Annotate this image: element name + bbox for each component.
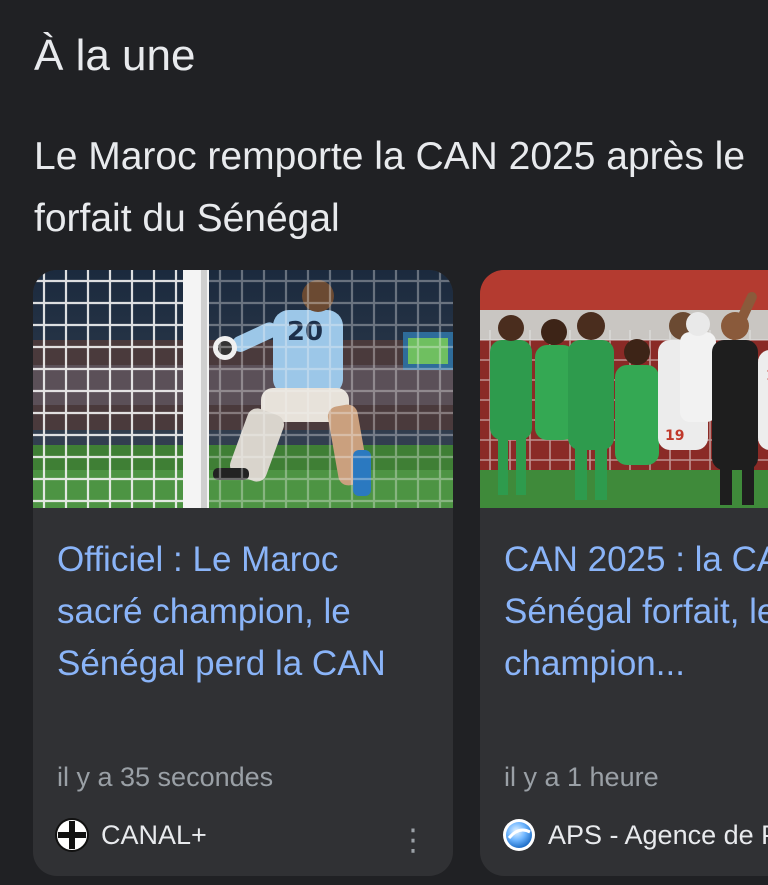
article-source[interactable]: APS - Agence de Presse Sénégalaise [502, 816, 768, 854]
canal-plus-logo-icon [55, 818, 89, 852]
article-title[interactable]: CAN 2025 : la CAF déclare le Sénégal for… [504, 534, 768, 690]
section-title: À la une [34, 31, 196, 80]
aps-logo-icon [502, 818, 536, 852]
article-source[interactable]: CANAL+ [55, 816, 207, 854]
jersey-number: 19 [665, 428, 684, 444]
article-thumbnail[interactable]: 20 [33, 270, 453, 508]
source-name: APS - Agence de Presse Sénégalaise [548, 819, 768, 850]
news-card-canal-plus[interactable]: 20 Officiel : Le Maroc sacré champion, l… [33, 270, 453, 876]
article-title[interactable]: Officiel : Le Maroc sacré champion, le S… [57, 534, 429, 690]
news-card-aps[interactable]: 19 18 CAN 2025 : la CAF déclare le Sénég… [480, 270, 768, 876]
story-headline[interactable]: Le Maroc remporte la CAN 2025 après le f… [34, 126, 754, 250]
article-timestamp: il y a 1 heure [504, 762, 659, 792]
article-timestamp: il y a 35 secondes [57, 762, 274, 792]
source-name: CANAL+ [101, 819, 207, 850]
article-thumbnail[interactable]: 19 18 [480, 270, 768, 508]
more-options-icon[interactable]: ⋮ [393, 818, 433, 862]
news-carousel[interactable]: 20 Officiel : Le Maroc sacré champion, l… [0, 270, 768, 885]
